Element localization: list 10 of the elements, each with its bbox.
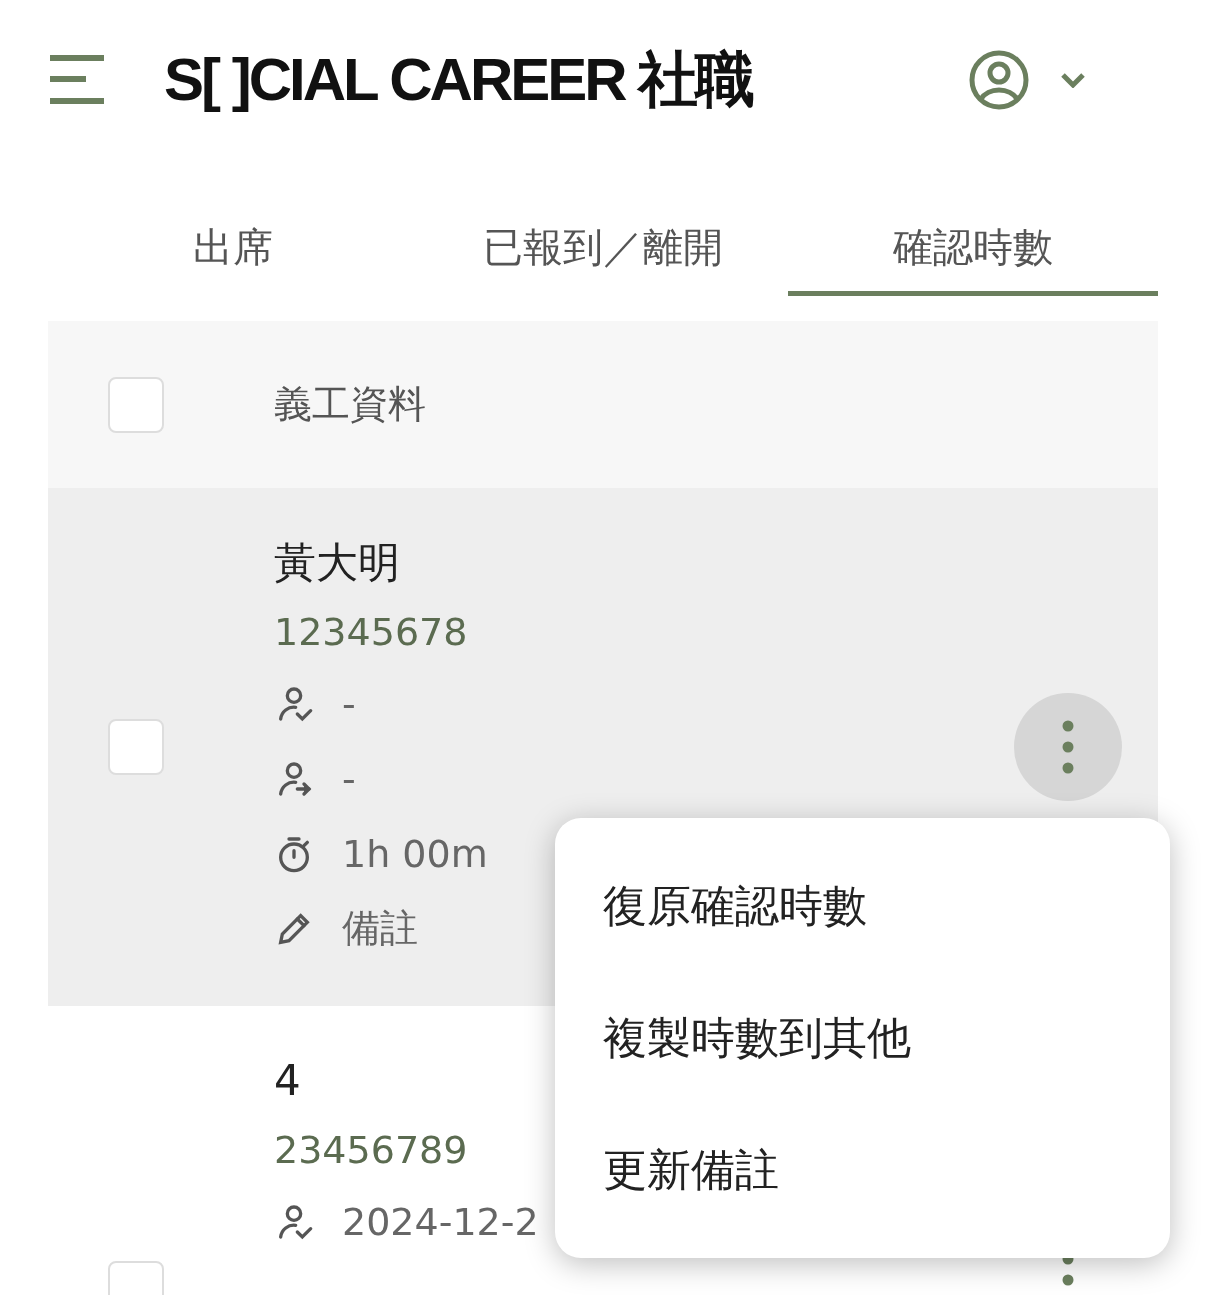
volunteer-name: 黃大明 xyxy=(274,537,400,589)
detail-text: 1h 00m xyxy=(342,831,488,876)
detail-text: - xyxy=(342,756,356,801)
volunteer-name: 4 xyxy=(274,1055,301,1107)
detail-text: - xyxy=(342,681,356,726)
column-header: 義工資料 xyxy=(274,381,426,428)
volunteer-id: 12345678 xyxy=(274,609,468,656)
volunteer-id: 23456789 xyxy=(274,1127,468,1174)
detail-text: 備註 xyxy=(342,905,418,952)
detail-text: 2024-12-2 xyxy=(342,1199,539,1244)
